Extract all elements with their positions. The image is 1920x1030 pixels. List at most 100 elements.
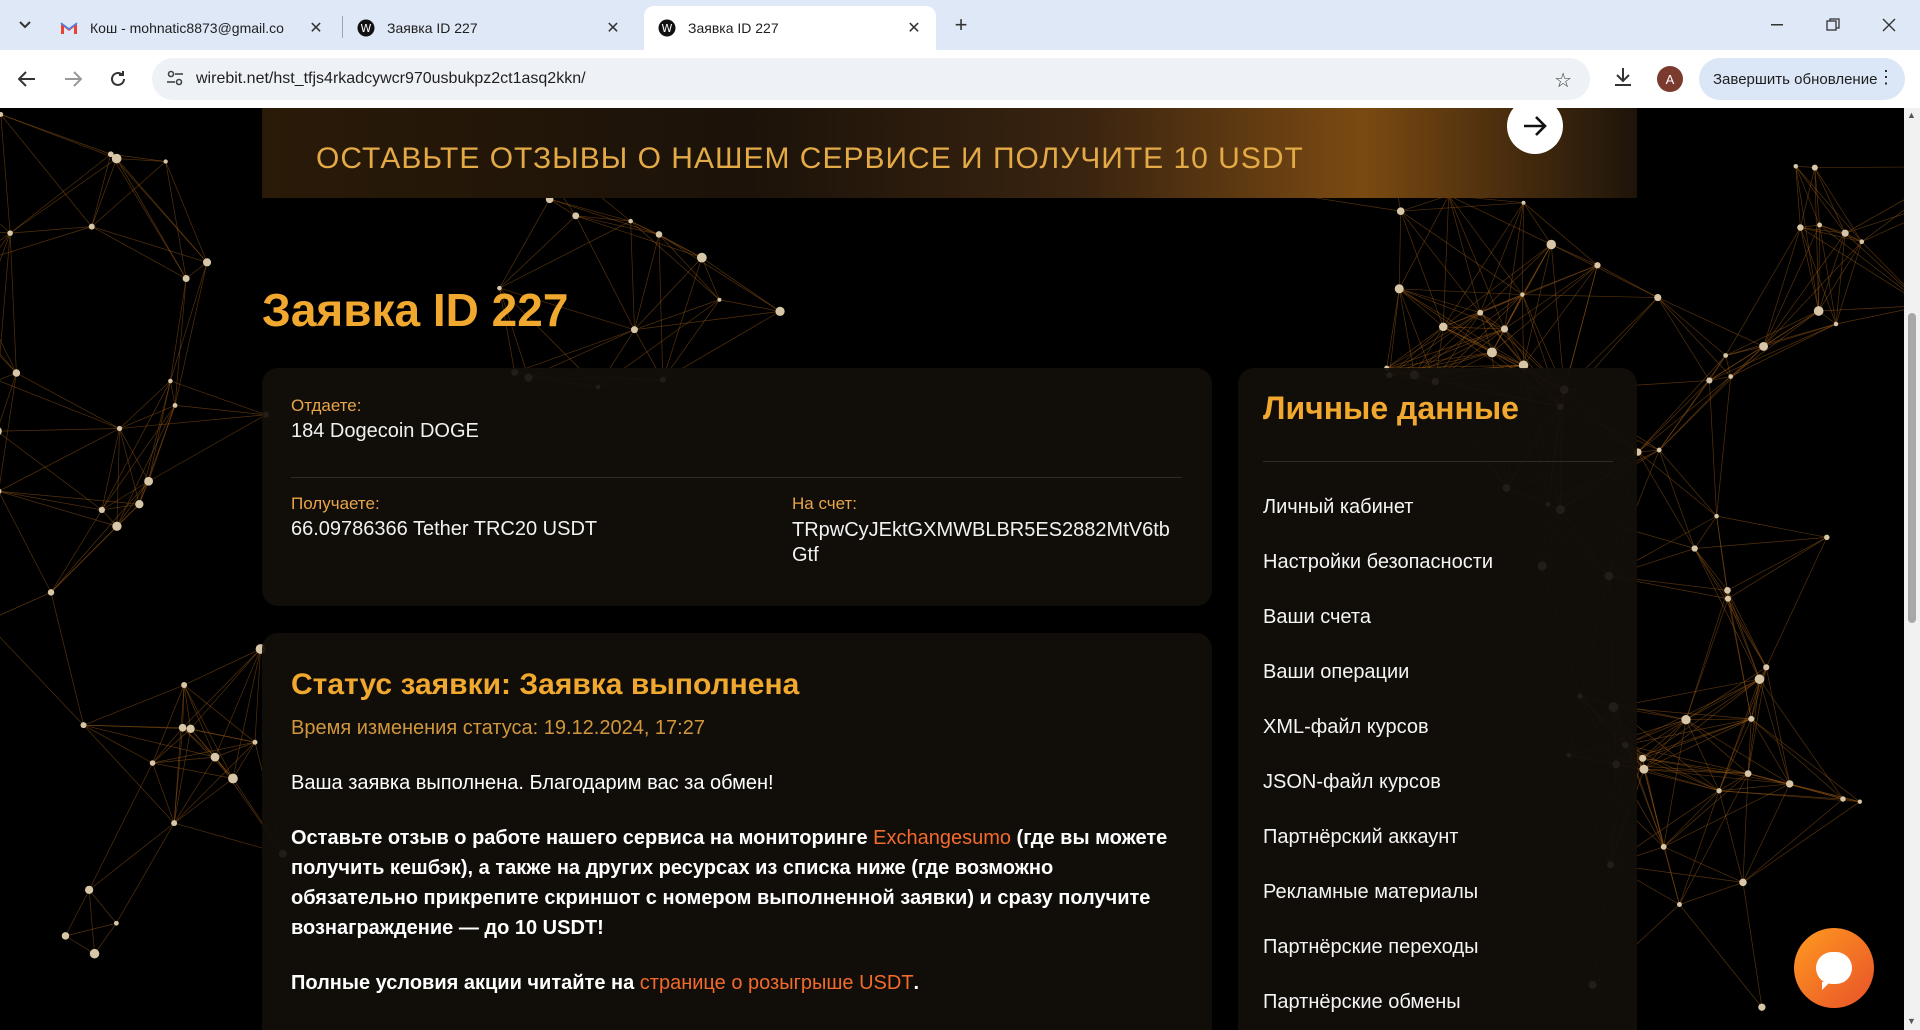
network-node (1676, 902, 1682, 907)
network-node (168, 378, 173, 384)
network-line (634, 234, 660, 330)
network-node (1396, 207, 1405, 216)
network-node (1706, 377, 1713, 384)
tab-order-227[interactable]: W Заявка ID 227 ✕ (343, 6, 635, 50)
site-info-icon[interactable] (166, 70, 186, 89)
banner-next-arrow-icon[interactable] (1507, 108, 1563, 154)
reload-button[interactable] (103, 64, 133, 94)
page-scrollbar[interactable]: ▲ ▼ (1904, 108, 1920, 1030)
promo-banner[interactable]: ОСТАВЬТЕ ОТЗЫВЫ О НАШЕМ СЕРВИСЕ И ПОЛУЧИ… (262, 108, 1637, 198)
forward-button[interactable] (58, 64, 88, 94)
chat-button[interactable] (1794, 928, 1874, 1008)
restore-button[interactable] (1810, 10, 1856, 40)
network-line (1398, 211, 1402, 289)
network-line (1716, 515, 1827, 538)
network-line (1658, 346, 1764, 451)
network-node (717, 297, 722, 302)
network-line (1625, 744, 1720, 792)
scroll-down-icon[interactable]: ▼ (1907, 1016, 1916, 1026)
network-node (1857, 799, 1862, 804)
more-vert-icon[interactable]: ⋮ (1877, 67, 1895, 88)
order-status-card: Статус заявки: Заявка выполнена Время из… (262, 633, 1212, 1030)
finish-update-button[interactable]: Завершить обновление ⋮ (1699, 58, 1905, 100)
profile-avatar[interactable]: A (1657, 66, 1683, 92)
network-line (91, 161, 166, 227)
minimize-button[interactable] (1754, 10, 1800, 40)
sidebar-item-promo-materials[interactable]: Рекламные материалы (1263, 881, 1478, 904)
url-text[interactable]: wirebit.net/hst_tfjs4rkadcywcr970usbukpz… (196, 70, 586, 88)
network-node (1785, 780, 1794, 788)
network-line (1742, 798, 1844, 883)
network-line (119, 414, 266, 429)
network-line (1694, 536, 1827, 549)
network-node (1639, 764, 1649, 774)
close-icon[interactable]: ✕ (601, 18, 625, 38)
network-node (1639, 754, 1647, 762)
network-node (0, 112, 4, 117)
sidebar-item-partner-account[interactable]: Партнёрский аккаунт (1263, 826, 1458, 849)
network-line (1443, 326, 1524, 366)
network-node (7, 230, 13, 236)
network-line (50, 481, 149, 593)
sidebar-item-partner-transitions[interactable]: Партнёрские переходы (1263, 936, 1479, 959)
tab-order-227-active[interactable]: W Заявка ID 227 ✕ (644, 6, 936, 50)
network-line (701, 257, 781, 312)
conditions-paragraph: Полные условия акции читайте на странице… (291, 968, 1171, 998)
network-node (1546, 239, 1557, 250)
address-bar[interactable]: wirebit.net/hst_tfjs4rkadcywcr970usbukpz… (152, 58, 1590, 100)
network-line (1657, 297, 1710, 381)
network-node (0, 488, 2, 494)
network-node (85, 885, 94, 894)
usdt-giveaway-link[interactable]: странице о розыгрыше USDT (640, 972, 914, 994)
exchangesumo-link[interactable]: Exchangesumo (873, 827, 1011, 849)
network-line (152, 728, 191, 764)
network-node (210, 752, 220, 762)
network-line (1400, 210, 1481, 313)
network-line (1694, 548, 1760, 680)
wirebit-icon: W (357, 19, 375, 37)
network-node (572, 212, 580, 220)
scrollbar-thumb[interactable] (1908, 313, 1916, 623)
network-node (1840, 796, 1846, 802)
network-line (50, 503, 140, 593)
tab-gmail[interactable]: Кош - mohnatic8873@gmail.co ✕ (46, 6, 338, 50)
sidebar-item-security-settings[interactable]: Настройки безопасности (1263, 551, 1493, 574)
bookmark-star-icon[interactable]: ☆ (1554, 68, 1572, 93)
network-line (83, 724, 175, 824)
sidebar-item-partner-exchanges[interactable]: Партнёрские обмены (1263, 991, 1461, 1014)
update-label: Завершить обновление (1713, 70, 1878, 88)
network-node (1660, 843, 1667, 850)
back-button[interactable] (12, 64, 42, 94)
new-tab-button[interactable]: + (948, 12, 974, 38)
network-line (1663, 846, 1680, 905)
account-label: На счет: (792, 494, 858, 513)
sidebar-item-personal-account[interactable]: Личный кабинет (1263, 496, 1413, 519)
network-line (1398, 288, 1415, 376)
network-line (88, 762, 153, 891)
network-line (1522, 244, 1552, 295)
back-arrow-icon (18, 71, 35, 87)
network-line (1751, 718, 1790, 785)
scroll-up-icon[interactable]: ▲ (1907, 110, 1916, 120)
network-line (1748, 773, 1790, 785)
sidebar-item-xml-rates[interactable]: XML-файл курсов (1263, 716, 1429, 739)
close-window-button[interactable] (1866, 10, 1912, 40)
network-line (0, 114, 2, 116)
network-line (138, 405, 176, 505)
close-icon[interactable]: ✕ (902, 18, 926, 38)
network-line (1399, 288, 1444, 328)
close-icon[interactable]: ✕ (304, 18, 328, 38)
network-line (634, 311, 781, 331)
network-line (182, 727, 216, 758)
tab-search-button[interactable] (12, 12, 38, 38)
network-line (1657, 297, 1731, 377)
sidebar-item-operations[interactable]: Ваши операции (1263, 661, 1409, 684)
sidebar-item-json-rates[interactable]: JSON-файл курсов (1263, 771, 1441, 794)
personal-data-sidebar: Личные данные Личный кабинет Настройки б… (1238, 368, 1637, 1030)
sidebar-item-accounts[interactable]: Ваши счета (1263, 606, 1371, 629)
network-line (1685, 718, 1752, 721)
close-icon (1882, 18, 1896, 32)
download-icon[interactable] (1612, 66, 1638, 92)
network-node (178, 723, 187, 732)
gmail-icon (60, 19, 78, 37)
